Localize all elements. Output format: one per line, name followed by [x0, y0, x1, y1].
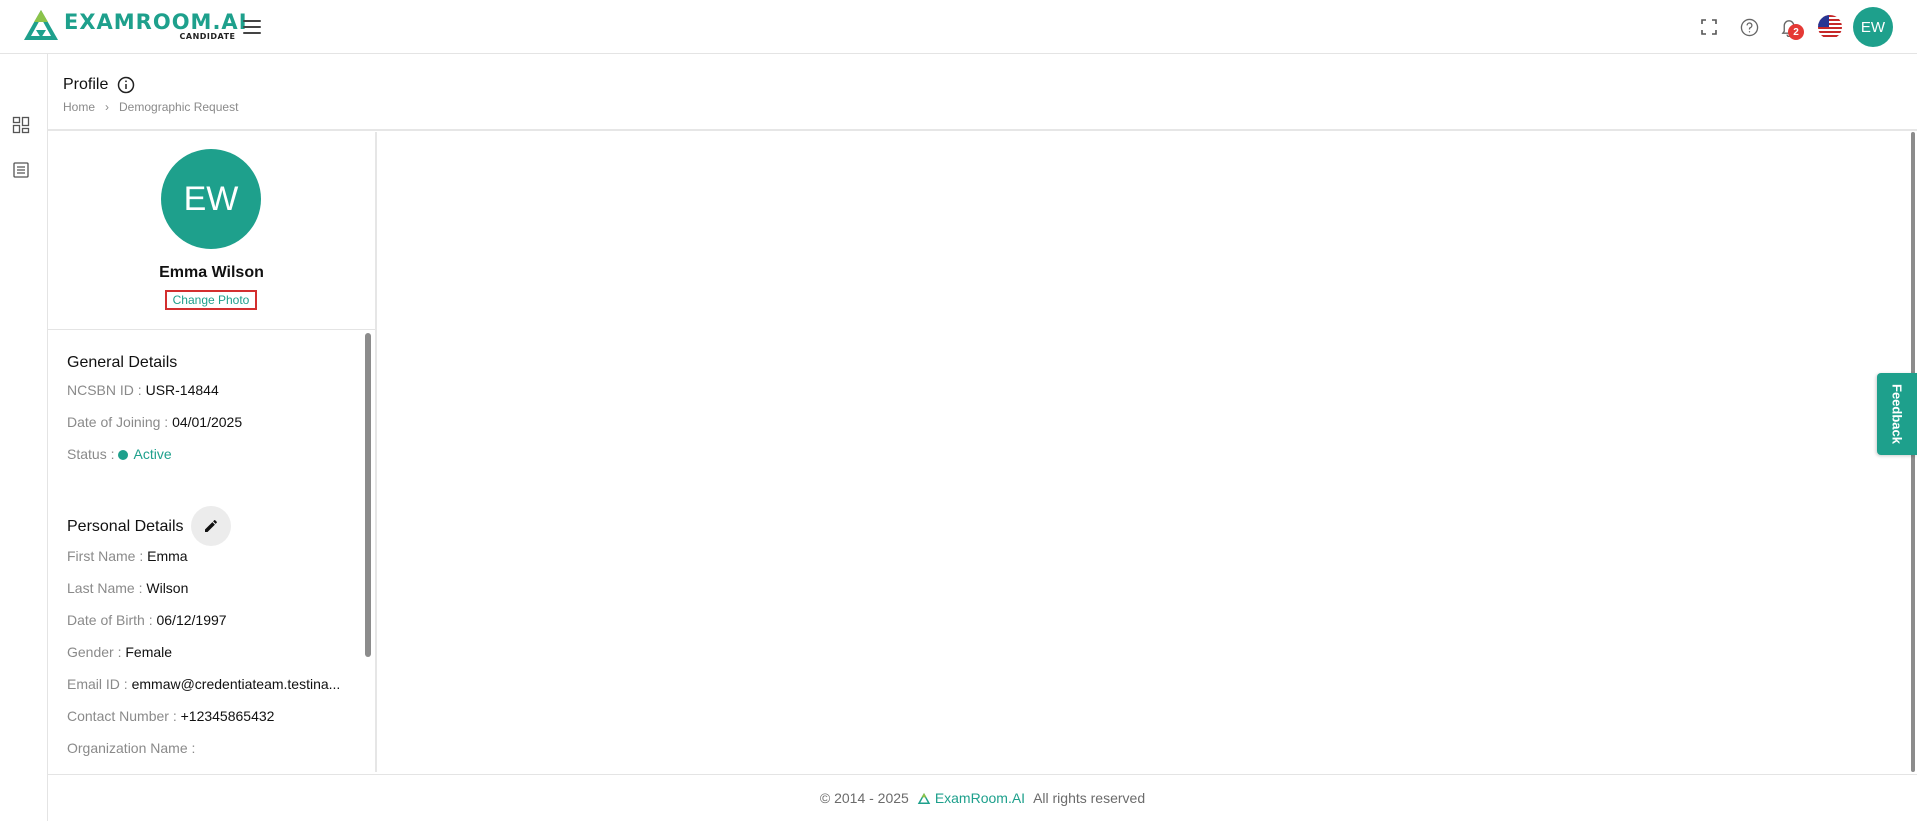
list-document-icon[interactable] [12, 161, 30, 179]
status-badge: Active [133, 446, 172, 462]
footer-brand-text: ExamRoom.AI [934, 790, 1026, 806]
main-content-area [378, 132, 1911, 772]
hamburger-menu-icon[interactable] [243, 16, 265, 38]
feedback-tab[interactable]: Feedback [1877, 373, 1917, 455]
logo-word: EXAMROOM.AI [64, 10, 248, 34]
status-dot-icon [118, 450, 129, 460]
notification-badge: 2 [1788, 24, 1804, 40]
detail-row-last-name: Last Name : Wilson [67, 580, 189, 596]
notification-bell-icon[interactable]: 2 [1777, 15, 1804, 40]
top-bar: EXAMROOM.AI CANDIDATE 2 EW [0, 0, 1917, 54]
detail-row-status: Status : Active [67, 446, 172, 462]
left-rail [0, 54, 48, 821]
page-title: Profile [63, 76, 135, 94]
detail-row-email: Email ID : emmaw@credentiateam.testina..… [67, 676, 341, 692]
profile-panel: EW Emma Wilson Change Photo General Deta… [48, 132, 377, 772]
help-icon[interactable] [1737, 15, 1761, 39]
detail-row-organization-name: Organization Name : [67, 740, 196, 756]
change-photo-button[interactable]: Change Photo [165, 290, 257, 310]
detail-row-date-of-joining: Date of Joining : 04/01/2025 [67, 414, 243, 430]
detail-row-contact-number: Contact Number : +12345865432 [67, 708, 275, 724]
logo-mark-icon [24, 10, 58, 40]
breadcrumb: Home › Demographic Request [63, 100, 238, 114]
profile-avatar: EW [161, 149, 261, 249]
detail-row-gender: Gender : Female [67, 644, 173, 660]
footer-logo-icon [917, 792, 931, 804]
dashboard-icon[interactable] [12, 116, 30, 134]
detail-row-ncsbn-id: NCSBN ID : USR-14844 [67, 382, 219, 398]
edit-personal-details-button[interactable] [191, 506, 231, 546]
page-title-text: Profile [63, 76, 109, 93]
page-header: Profile Home › Demographic Request [48, 54, 1917, 131]
details-scrollbar[interactable] [365, 333, 371, 657]
footer: © 2014 - 2025 ExamRoom.AI All rights res… [48, 774, 1917, 821]
examroom-logo[interactable]: EXAMROOM.AI CANDIDATE [22, 8, 248, 42]
breadcrumb-home[interactable]: Home [63, 100, 95, 114]
user-avatar[interactable]: EW [1853, 7, 1893, 47]
chevron-right-icon: › [105, 100, 110, 114]
fullscreen-icon[interactable] [1697, 15, 1721, 39]
info-icon[interactable] [117, 76, 135, 94]
profile-name: Emma Wilson [159, 264, 264, 281]
detail-row-first-name: First Name : Emma [67, 548, 188, 564]
footer-copyright: © 2014 - 2025 [819, 790, 909, 806]
footer-rights: All rights reserved [1033, 790, 1146, 806]
feedback-label: Feedback [1889, 384, 1905, 444]
breadcrumb-current: Demographic Request [119, 100, 239, 114]
general-details-title: General Details [67, 354, 178, 371]
footer-brand[interactable]: ExamRoom.AI [917, 790, 1025, 806]
details-scroll-area: General Details NCSBN ID : USR-14844 Dat… [48, 330, 365, 772]
logo-subtitle: CANDIDATE [179, 32, 236, 41]
pencil-icon [205, 520, 217, 532]
us-flag-icon[interactable] [1818, 15, 1842, 39]
personal-details-title: Personal Details [67, 518, 184, 535]
detail-row-date-of-birth: Date of Birth : 06/12/1997 [67, 612, 227, 628]
